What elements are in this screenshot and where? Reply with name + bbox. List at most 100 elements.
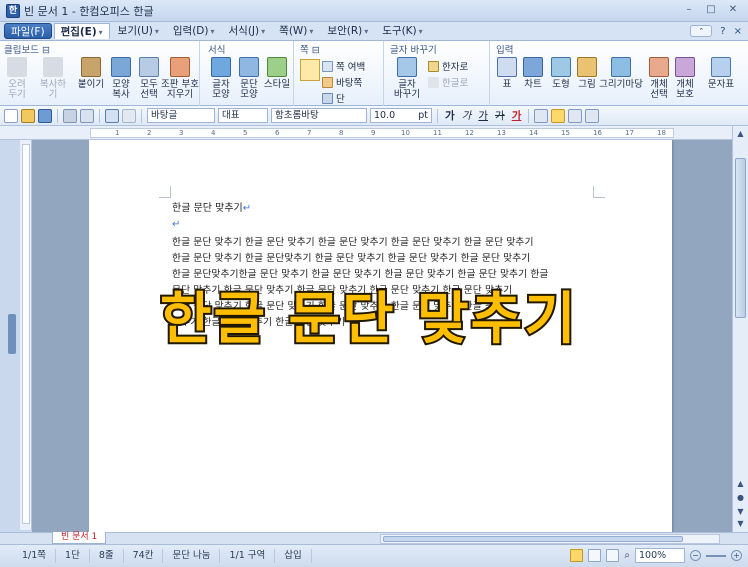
underline-button[interactable]: 가	[476, 108, 490, 123]
picture-icon	[577, 57, 597, 77]
align-justify-icon[interactable]	[534, 108, 549, 123]
vertical-ruler[interactable]	[20, 140, 32, 530]
bold-button[interactable]: 가	[443, 108, 457, 123]
chevron-down-icon: ▾	[418, 27, 423, 36]
menu-security[interactable]: 보안(R) ▾	[321, 23, 374, 39]
page-setup-icon[interactable]	[300, 59, 320, 81]
chart-button[interactable]: 차트	[518, 57, 548, 90]
columns-button[interactable]: 단	[322, 91, 345, 105]
minimize-button[interactable]: –	[680, 3, 698, 17]
background-page-button[interactable]: 바탕쪽	[322, 75, 362, 89]
save-icon[interactable]	[38, 108, 52, 123]
group-input: 입력 표 차트 도형 그림 그리기마당 개체 선택 개체 보호 문자표	[492, 41, 748, 107]
margin-corner-mark	[159, 186, 171, 198]
page-nav-icon[interactable]: ●	[734, 492, 747, 505]
ruler-number: 16	[593, 129, 602, 137]
document-tab-row: 빈 문서 1	[0, 532, 748, 544]
ribbon-collapse-button[interactable]: ⌃	[690, 25, 713, 37]
preview-icon[interactable]	[80, 108, 94, 123]
toolbar-divider	[528, 108, 530, 123]
prev-page-icon[interactable]: ▲	[734, 478, 747, 491]
paragraph-title[interactable]: 한글 문단 맞추기↵	[172, 199, 251, 214]
scroll-thumb[interactable]	[735, 158, 746, 318]
ruler-number: 13	[497, 129, 506, 137]
scroll-up-icon[interactable]: ▲	[734, 128, 747, 141]
align-left-icon[interactable]	[551, 108, 566, 123]
ruler-number: 6	[275, 129, 280, 137]
language-combo[interactable]: 대표	[218, 108, 268, 123]
italic-button[interactable]: 가	[460, 108, 474, 123]
menu-view[interactable]: 보기(U) ▾	[112, 23, 165, 39]
obj-protect-button[interactable]: 개체 보호	[670, 57, 700, 100]
font-color-button[interactable]: 가	[510, 108, 524, 123]
style-combo[interactable]: 바탕글	[147, 108, 215, 123]
group-title-clipboard: 클립보드 ⊟	[4, 45, 50, 56]
zoom-search-icon[interactable]: ⌕	[624, 550, 630, 561]
menu-bar: 파일(F) 편집(E) ▾ 보기(U) ▾ 입력(D) ▾ 서식(J) ▾ 쪽(W) ▾ …	[0, 22, 748, 40]
hwp-app-icon[interactable]: 한	[6, 3, 20, 18]
side-panel-handle[interactable]	[8, 314, 16, 354]
strike-button[interactable]: 가	[493, 108, 507, 123]
overlay-headline: 한글 문단 맞추기	[158, 285, 578, 354]
cut-button[interactable]: 오려 두기	[2, 57, 32, 100]
body-text-line[interactable]: 한글 문단 맞추기 한글 문단 맞추기 한글 문단 맞추기 한글 문단 맞추기 …	[172, 234, 534, 248]
close-button[interactable]: ✕	[724, 3, 742, 17]
ruler-number: 10	[401, 129, 410, 137]
print-icon[interactable]	[63, 108, 77, 123]
shape-copy-button[interactable]: 모양 복사	[106, 57, 136, 100]
align-center-icon[interactable]	[568, 108, 583, 123]
para-shape-button[interactable]: 문단 모양	[234, 57, 264, 100]
symbol-button[interactable]: 문자표	[706, 57, 736, 90]
zoom-slider[interactable]	[706, 554, 726, 557]
body-text-line[interactable]: 한글 문단 맞추기 한글 문단맞추기 한글 문단 맞추기 한글 문단 맞추기 한…	[172, 250, 530, 264]
maximize-button[interactable]: □	[702, 3, 720, 17]
char-swap-button[interactable]: 글자 바꾸기	[390, 57, 424, 100]
menu-file[interactable]: 파일(F)	[4, 23, 52, 39]
zoom-out-icon[interactable]: −	[690, 550, 701, 561]
page-margin-button[interactable]: 쪽 여백	[322, 59, 365, 73]
chevron-down-icon: ▾	[261, 27, 266, 36]
help-icon[interactable]: ?	[720, 26, 725, 37]
menu-page[interactable]: 쪽(W) ▾	[273, 23, 319, 39]
status-page[interactable]: 1/1쪽	[0, 549, 57, 563]
menu-edit[interactable]: 편집(E) ▾	[53, 23, 110, 39]
horizontal-scroll-thumb[interactable]	[383, 536, 683, 542]
align-right-icon[interactable]	[585, 108, 600, 123]
undo-icon[interactable]	[105, 108, 119, 123]
font-size-combo[interactable]: 10.0 pt	[370, 108, 432, 123]
font-combo[interactable]: 함초롬바탕	[271, 108, 367, 123]
doc-close-icon[interactable]: ×	[734, 26, 742, 37]
style-button[interactable]: 스타일	[262, 57, 292, 90]
erase-code-button[interactable]: 조판 부호 지우기	[160, 57, 200, 100]
view-wide-icon[interactable]	[606, 549, 620, 562]
document-tab[interactable]: 빈 문서 1	[52, 532, 107, 544]
drawing-button[interactable]: 그리기마당	[598, 57, 644, 90]
chart-icon	[523, 57, 543, 77]
status-char-count: 74칸	[124, 549, 164, 563]
ruler-scale: 1 2 3 4 5 6 7 8 9 10 11 12 13 14 15 16 1…	[90, 128, 674, 138]
horizontal-scrollbar[interactable]	[380, 534, 720, 544]
empty-paragraph[interactable]: ↵	[172, 219, 180, 230]
menu-input[interactable]: 입력(D) ▾	[167, 23, 221, 39]
status-section: 1/1 구역	[220, 549, 276, 563]
char-shape-button[interactable]: 글자 모양	[206, 57, 236, 100]
redo-icon[interactable]	[122, 108, 136, 123]
hangul-button[interactable]: 한글로	[428, 75, 468, 89]
status-insert-mode[interactable]: 삽입	[275, 549, 312, 563]
zoom-in-icon[interactable]: +	[731, 550, 742, 561]
menu-tools[interactable]: 도구(K) ▾	[376, 23, 428, 39]
hanja-button[interactable]: 한자로	[428, 59, 468, 73]
paste-button[interactable]: 붙이기	[76, 57, 106, 90]
menu-format[interactable]: 서식(J) ▾	[223, 23, 272, 39]
horizontal-ruler[interactable]: 1 2 3 4 5 6 7 8 9 10 11 12 13 14 15 16 1…	[0, 126, 748, 140]
open-folder-icon[interactable]	[21, 108, 35, 123]
vertical-scrollbar[interactable]: ▲ ▲ ● ▼ ▼	[732, 126, 748, 532]
zoom-combo[interactable]: 100%	[635, 548, 685, 563]
lock-icon	[675, 57, 695, 77]
scroll-down-icon[interactable]: ▼	[734, 518, 747, 531]
view-page-icon[interactable]	[570, 549, 584, 562]
new-document-icon[interactable]	[4, 108, 18, 123]
group-title-char-convert: 글자 바꾸기	[390, 45, 437, 56]
copy-button[interactable]: 복사하기	[36, 57, 70, 100]
view-multi-icon[interactable]	[588, 549, 602, 562]
